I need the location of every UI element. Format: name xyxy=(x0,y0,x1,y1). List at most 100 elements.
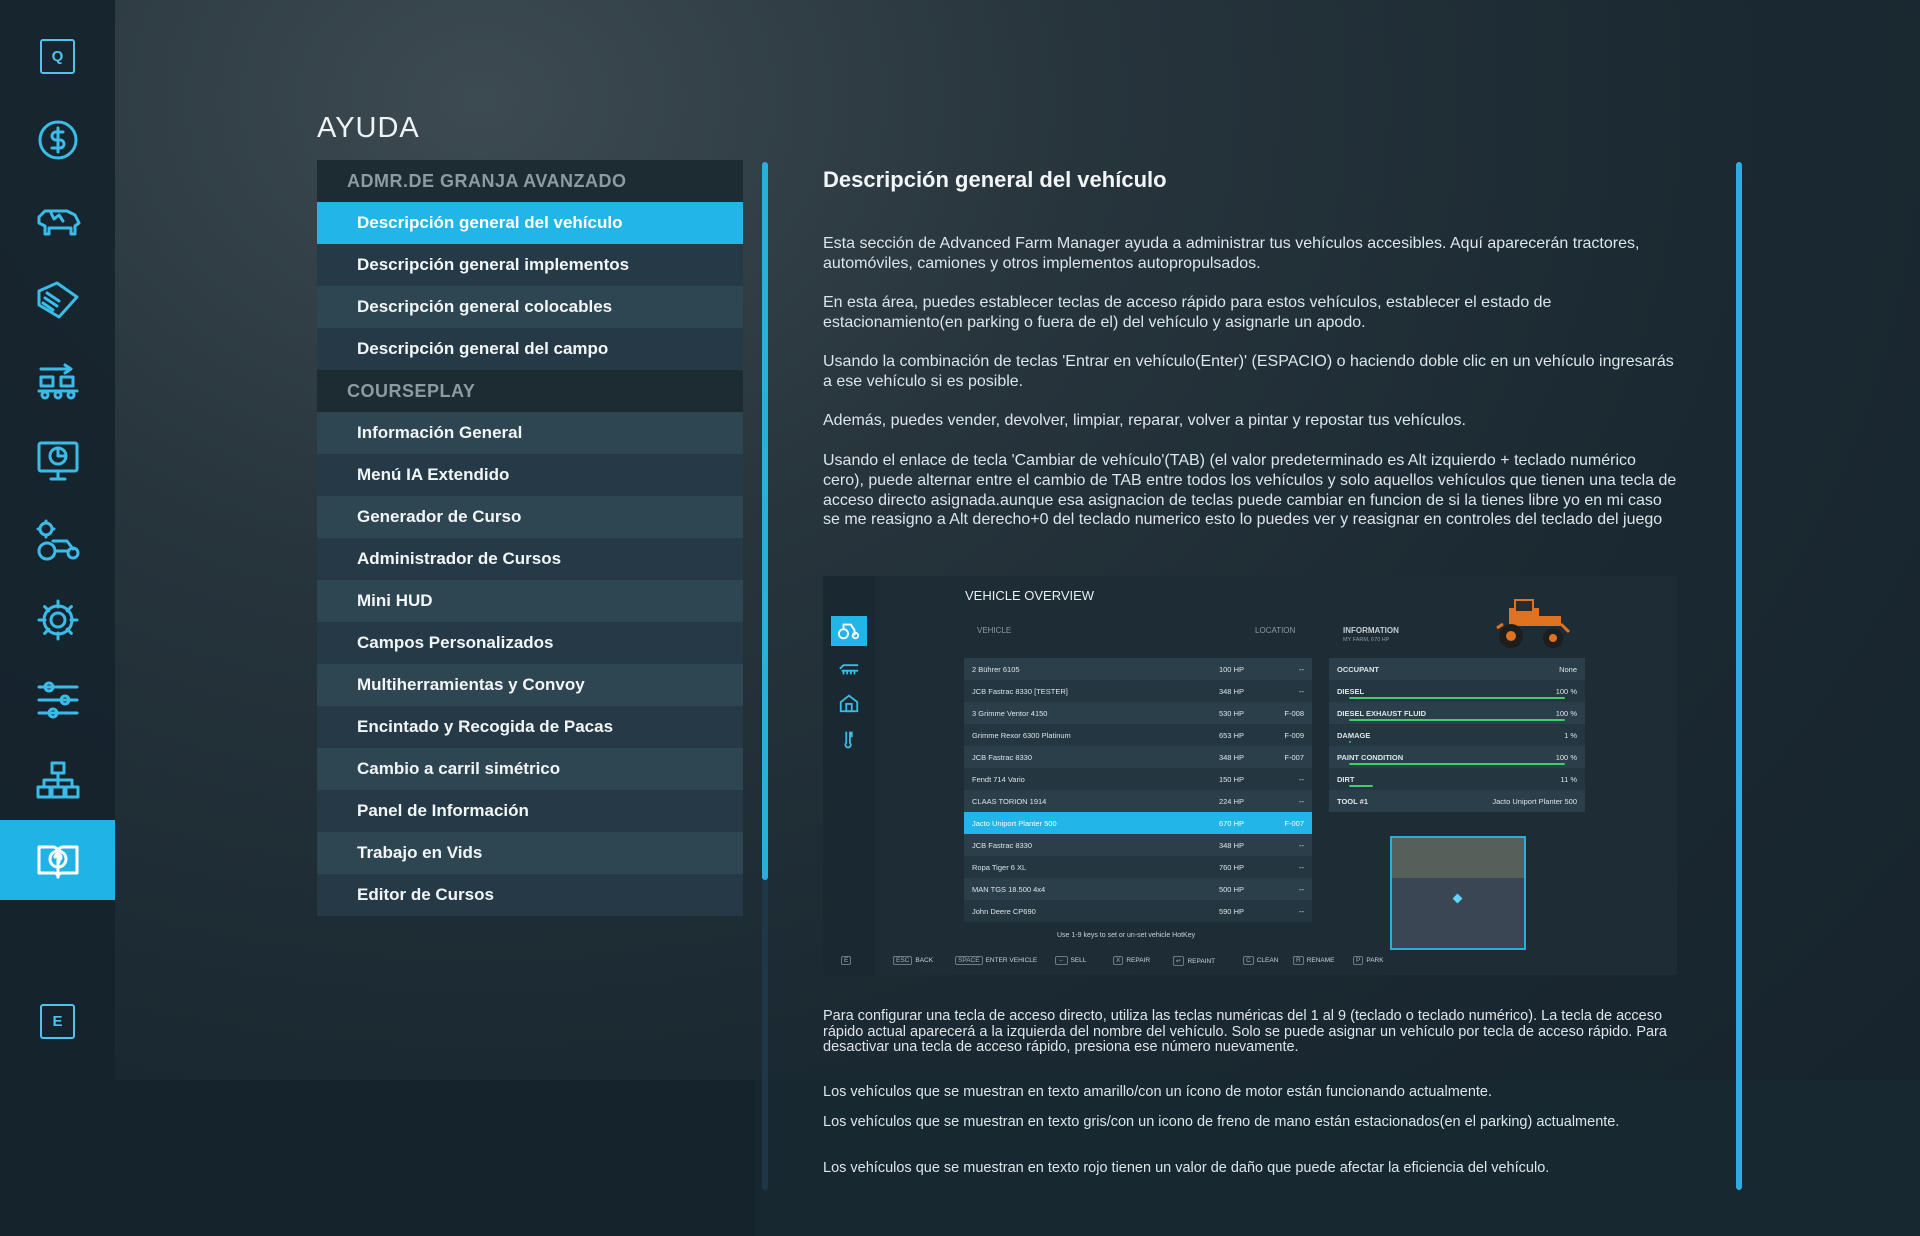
content-scrollbar-thumb[interactable] xyxy=(1736,162,1742,1190)
screenshot-vehicle-hp: 150 HP xyxy=(1218,774,1244,784)
screenshot-vehicle-hp: 590 HP xyxy=(1218,906,1244,916)
content-paragraph: Además, puedes vender, devolver, limpiar… xyxy=(823,412,1466,429)
screenshot-key-cap: SPACE xyxy=(955,956,983,965)
list-item-implements-overview[interactable]: Descripción general implementos xyxy=(317,244,743,286)
vehicle-overview-screenshot: VEHICLE OVERVIEW VEHICLE LOCATION INFORM… xyxy=(823,576,1677,975)
screenshot-vehicle-row: 3 Grimme Ventor 4150 530 HP F-008 xyxy=(964,702,1312,724)
screenshot-vehicle-name: JCB Fastrac 8330 xyxy=(972,752,1033,762)
screenshot-vehicle-row: CLAAS TORION 1914 224 HP -- xyxy=(964,790,1312,812)
screenshot-key-label: REPAINT xyxy=(1187,957,1216,965)
screenshot-vehicle-row: 2 Bührer 6105 100 HP -- xyxy=(964,658,1312,680)
structure-icon xyxy=(36,761,79,799)
animals-icon xyxy=(37,209,80,236)
sidebar-item-animals[interactable] xyxy=(0,180,115,260)
screenshot-vehicle-loc: -- xyxy=(1299,840,1304,850)
sidebar-item-finance[interactable] xyxy=(0,100,115,180)
list-item-placeables-overview[interactable]: Descripción general colocables xyxy=(317,286,743,328)
screenshot-vehicle-name: 2 Bührer 6105 xyxy=(972,664,1020,674)
screenshot-key-hint: P PARK xyxy=(1353,956,1384,965)
screenshot-vehicle-loc: -- xyxy=(1299,862,1304,872)
screenshot-key-hint: R RENAME xyxy=(1293,956,1335,965)
screenshot-header-information: INFORMATION xyxy=(1343,626,1399,635)
screenshot-implement-icon xyxy=(831,652,867,682)
screenshot-vehicle-hp: 224 HP xyxy=(1218,796,1244,806)
content-scrollbar[interactable] xyxy=(1736,162,1742,1190)
list-item-vehicle-overview[interactable]: Descripción general del vehículo xyxy=(317,202,743,244)
sidebar-item-vehicles[interactable] xyxy=(0,500,115,580)
screenshot-info-key: DAMAGE xyxy=(1337,730,1371,740)
screenshot-info-value: None xyxy=(1559,664,1577,674)
vehicles-icon xyxy=(36,519,79,561)
screenshot-tractor-icon xyxy=(831,616,867,646)
help-screen: Q E AYUDA ADMR.DE GRANJA AVANZADO Descri… xyxy=(0,0,1920,1236)
screenshot-vehicle-hp: 348 HP xyxy=(1218,686,1244,696)
list-item-course-editor[interactable]: Editor de Cursos xyxy=(317,874,743,916)
list-item-vine-work[interactable]: Trabajo en Vids xyxy=(317,832,743,874)
screenshot-vehicle-hp: 100 HP xyxy=(1218,664,1244,674)
screenshot-vehicle-name: CLAAS TORION 1914 xyxy=(972,796,1047,806)
screenshot-vehicle-row: JCB Fastrac 8330 348 HP F-007 xyxy=(964,746,1312,768)
sidebar-item-controls[interactable] xyxy=(0,660,115,740)
screenshot-info-key: DIESEL EXHAUST FLUID xyxy=(1337,708,1427,718)
list-item-course-generator[interactable]: Generador de Curso xyxy=(317,496,743,538)
minimap-field-top xyxy=(1392,838,1524,878)
screenshot-info-row: DIESEL 100 % xyxy=(1329,680,1585,702)
screenshot-info-key: PAINT CONDITION xyxy=(1337,752,1404,762)
list-item-course-manager[interactable]: Administrador de Cursos xyxy=(317,538,743,580)
list-item-mini-hud[interactable]: Mini HUD xyxy=(317,580,743,622)
screenshot-info-value: 100 % xyxy=(1555,752,1577,762)
screenshot-vehicle-name: JCB Fastrac 8330 [TESTER] xyxy=(972,686,1068,696)
list-item-bale-wrapping[interactable]: Encintado y Recogida de Pacas xyxy=(317,706,743,748)
list-item-custom-fields[interactable]: Campos Personalizados xyxy=(317,622,743,664)
screenshot-header-vehicle: VEHICLE xyxy=(977,626,1012,635)
sidebar-item-help[interactable] xyxy=(0,820,115,900)
prev-page-key-hint[interactable]: Q xyxy=(40,39,75,74)
sidebar: Q E xyxy=(0,0,115,1080)
list-item-extended-ai-menu[interactable]: Menú IA Extendido xyxy=(317,454,743,496)
screenshot-info-key: TOOL #1 xyxy=(1337,796,1368,806)
screenshot-vehicle-loc: -- xyxy=(1299,884,1304,894)
category-header-afm: ADMR.DE GRANJA AVANZADO xyxy=(317,160,743,202)
page-title: AYUDA xyxy=(317,112,420,144)
sidebar-item-settings[interactable] xyxy=(0,580,115,660)
sidebar-item-statistics[interactable] xyxy=(0,420,115,500)
next-page-key-hint[interactable]: E xyxy=(40,1004,75,1039)
sidebar-item-structure[interactable] xyxy=(0,740,115,820)
content-paragraph: En esta área, puedes establecer teclas d… xyxy=(823,294,1552,331)
sidebar-item-contracts[interactable] xyxy=(0,260,115,340)
screenshot-info-key: DIRT xyxy=(1337,774,1355,784)
screenshot-vehicle-row: JCB Fastrac 8330 [TESTER] 348 HP -- xyxy=(964,680,1312,702)
screenshot-vehicle-row: John Deere CP690 590 HP -- xyxy=(964,900,1312,922)
screenshot-info-row: DIESEL EXHAUST FLUID 100 % xyxy=(1329,702,1585,724)
list-item-symmetric-lane[interactable]: Cambio a carril simétrico xyxy=(317,748,743,790)
screenshot-info-key: DIESEL xyxy=(1337,686,1365,696)
content-paragraph: Usando la combinación de teclas 'Entrar … xyxy=(823,353,1674,390)
settings-icon xyxy=(37,599,78,641)
screenshot-info-value: 100 % xyxy=(1555,708,1577,718)
screenshot-key-label: BACK xyxy=(915,957,934,964)
screenshot-vehicle-name: Ropa Tiger 6 XL xyxy=(972,862,1027,872)
screenshot-info-bar xyxy=(1349,697,1565,699)
screenshot-key-bar: E ESC BACK SPACE ENTER VEHICLE ← SELL X REPAIR ↵ R… xyxy=(823,956,1677,972)
sidebar-item-production[interactable] xyxy=(0,340,115,420)
content-paragraph: Para configurar una tecla de acceso dire… xyxy=(823,1008,1667,1056)
content-paragraph: Los vehículos que se muestran en texto r… xyxy=(823,1160,1550,1176)
screenshot-info-key: OCCUPANT xyxy=(1337,664,1379,674)
screenshot-info-bar xyxy=(1349,719,1565,721)
list-item-multitools-convoy[interactable]: Multiherramientas y Convoy xyxy=(317,664,743,706)
list-scrollbar-thumb[interactable] xyxy=(762,162,768,880)
help-icon xyxy=(37,845,78,879)
screenshot-vehicle-hp: 500 HP xyxy=(1218,884,1244,894)
screenshot-key-label: PARK xyxy=(1366,957,1384,964)
screenshot-vehicle-hp: 760 HP xyxy=(1218,862,1244,872)
list-item-field-overview[interactable]: Descripción general del campo xyxy=(317,328,743,370)
list-item-info-panel[interactable]: Panel de Información xyxy=(317,790,743,832)
screenshot-vehicle-loc: -- xyxy=(1299,796,1304,806)
screenshot-vehicle-row: MAN TGS 18.500 4x4 500 HP -- xyxy=(964,878,1312,900)
list-item-general-info[interactable]: Información General xyxy=(317,412,743,454)
list-scrollbar[interactable] xyxy=(762,162,768,1190)
screenshot-vehicle-row: Ropa Tiger 6 XL 760 HP -- xyxy=(964,856,1312,878)
screenshot-vehicle-hp: 348 HP xyxy=(1218,840,1244,850)
content-paragraph: Usando el enlace de tecla 'Cambiar de ve… xyxy=(823,452,1677,529)
screenshot-key-label: SELL xyxy=(1070,957,1087,964)
